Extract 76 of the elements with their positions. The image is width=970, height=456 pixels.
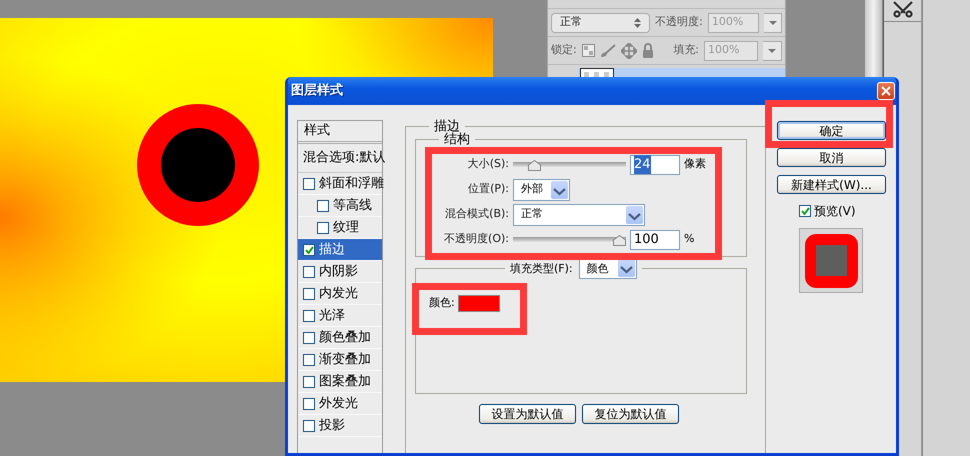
list-item[interactable]: 投影 [298, 415, 382, 437]
fill-label: 填充: [673, 42, 699, 58]
list-item[interactable]: 图案叠加 [298, 371, 382, 393]
checkbox[interactable] [317, 222, 329, 234]
section-title: 描边 [433, 120, 460, 133]
checkbox[interactable] [303, 266, 315, 278]
list-item[interactable]: 光泽 [298, 305, 382, 327]
field-label: 大小(S): [466, 156, 509, 172]
slider-thumb[interactable] [528, 160, 541, 171]
item-label: 内发光 [319, 284, 358, 303]
checkbox[interactable] [303, 354, 315, 366]
list-item[interactable]: 外发光 [298, 393, 382, 415]
checkbox[interactable] [303, 244, 315, 256]
checkbox[interactable] [303, 288, 315, 300]
unit-label: 像素 [684, 156, 706, 172]
lock-label: 锁定: [551, 42, 577, 58]
slider-track[interactable] [513, 234, 626, 245]
dialog-title: 图层样式 [290, 82, 343, 100]
opacity-label: 不透明度: [655, 14, 703, 30]
list-item[interactable]: 斜面和浮雕 [298, 173, 382, 195]
number-field[interactable]: 24 [630, 154, 680, 174]
field-label: 混合模式(B): [444, 206, 509, 222]
list-header: 样式 [298, 121, 382, 144]
dropdown-button[interactable] [763, 40, 782, 60]
caret-icon [768, 20, 777, 24]
checkbox[interactable] [303, 398, 315, 410]
number-field[interactable]: 100 [630, 230, 680, 250]
close-icon [881, 86, 891, 96]
field-label: 不透明度(O): [443, 231, 509, 248]
checkbox[interactable] [303, 332, 315, 344]
dialog-button[interactable]: 新建样式(W)... [777, 175, 886, 194]
checkbox-label: 预览(V) [814, 203, 856, 220]
list-item[interactable]: 渐变叠加 [298, 349, 382, 371]
scissors-icon[interactable] [891, 0, 915, 18]
item-label: 图案叠加 [319, 372, 371, 391]
color-swatch[interactable] [458, 295, 500, 312]
select-field[interactable]: 外部 [513, 178, 570, 200]
checkbox[interactable] [799, 205, 811, 217]
checkbox[interactable] [303, 376, 315, 388]
item-label: 投影 [319, 416, 345, 435]
item-label: 颜色叠加 [319, 328, 371, 347]
checkbox[interactable] [303, 178, 315, 190]
field-label: 填充类型(F): [510, 262, 573, 274]
item-label: 内阴影 [319, 262, 358, 281]
default-button[interactable]: 复位为默认值 [582, 404, 679, 424]
list-item[interactable]: 描边 [298, 239, 382, 261]
item-label: 斜面和浮雕 [319, 174, 384, 193]
item-label: 等高线 [333, 196, 372, 215]
transparency-lock-icon[interactable] [582, 44, 595, 57]
preview-thumbnail [804, 234, 858, 288]
item-label: 渐变叠加 [319, 350, 371, 369]
spinner-icon [634, 18, 642, 28]
dropdown-button[interactable] [764, 12, 782, 32]
list-item[interactable]: 内发光 [298, 283, 382, 305]
slider-thumb[interactable] [613, 235, 626, 246]
item-label: 光泽 [319, 306, 345, 325]
blend-mode-select[interactable]: 正常 [551, 12, 650, 32]
item-label: 外发光 [319, 394, 358, 413]
dialog-button[interactable]: 确定 [777, 121, 886, 140]
default-button[interactable]: 设置为默认值 [479, 404, 576, 424]
select-field[interactable]: 正常 [513, 204, 645, 226]
checkbox[interactable] [317, 200, 329, 212]
caret-icon [768, 48, 776, 52]
group-title: 结构 [443, 133, 471, 146]
unit-label: % [684, 231, 694, 248]
list-item[interactable]: 等高线 [298, 195, 382, 217]
field-label: 位置(P): [467, 181, 509, 198]
item-label: 描边 [319, 240, 345, 259]
list-item[interactable]: 内阴影 [298, 261, 382, 283]
list-item[interactable]: 颜色叠加 [298, 327, 382, 349]
checkbox[interactable] [303, 310, 315, 322]
checkbox[interactable] [303, 420, 315, 432]
field-label: 颜色: [429, 295, 455, 312]
item-label: 纹理 [333, 218, 359, 237]
dialog-button[interactable]: 取消 [777, 148, 886, 167]
close-button[interactable] [877, 82, 895, 100]
